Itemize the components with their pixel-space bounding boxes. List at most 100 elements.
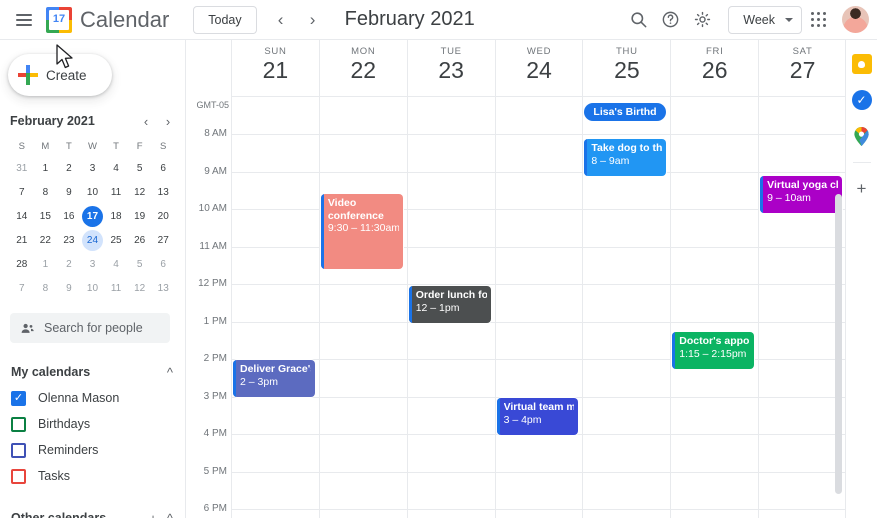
google-tasks-icon[interactable]: ✓ (851, 90, 872, 110)
day-column-divider (582, 96, 584, 518)
my-calendars-header[interactable]: My calendars ^ (0, 359, 185, 385)
mini-calendar-day[interactable]: 6 (151, 158, 175, 179)
mini-calendar-day[interactable]: 10 (81, 182, 105, 203)
day-header-fri[interactable]: FRI 26 (670, 40, 758, 96)
calendar-list-item[interactable]: Tasks (0, 463, 185, 489)
checkbox-unchecked-icon[interactable] (11, 468, 26, 484)
other-calendars-header[interactable]: Other calendars + ^ (0, 505, 185, 518)
mini-calendar-day[interactable]: 27 (151, 230, 175, 251)
mini-calendar-day[interactable]: 15 (34, 206, 58, 227)
mini-calendar-day[interactable]: 26 (128, 230, 152, 251)
mini-calendar-next-button[interactable]: › (161, 114, 175, 129)
mini-calendar-day[interactable]: 3 (81, 158, 105, 179)
avatar[interactable] (842, 6, 869, 33)
mini-calendar-day[interactable]: 18 (104, 206, 128, 227)
day-header-thu[interactable]: THU 25 (582, 40, 670, 96)
mini-calendar-day[interactable]: 5 (128, 254, 152, 275)
mini-calendar-prev-button[interactable]: ‹ (139, 114, 153, 129)
mini-calendar-day[interactable]: 1 (34, 254, 58, 275)
google-maps-icon[interactable] (852, 126, 872, 146)
mini-calendar-day[interactable]: 28 (10, 254, 34, 275)
calendar-event[interactable]: Lisa's Birthday (584, 103, 667, 121)
mini-calendar-day[interactable]: 19 (128, 206, 152, 227)
hour-label: 4 PM (203, 428, 227, 439)
mini-calendar-day[interactable]: 2 (57, 158, 81, 179)
mini-calendar-day[interactable]: 9 (57, 182, 81, 203)
view-select-dropdown[interactable]: Week (728, 5, 802, 34)
mini-calendar-day[interactable]: 13 (151, 182, 175, 203)
calendar-event[interactable]: Virtual yoga clas9 – 10am (760, 176, 842, 213)
calendar-event[interactable]: Take dog to the v8 – 9am (584, 139, 667, 176)
mini-calendar-day[interactable]: 13 (151, 278, 175, 299)
calendar-event[interactable]: Order lunch for o12 – 1pm (408, 286, 491, 323)
mini-calendar-day[interactable]: 11 (104, 182, 128, 203)
mini-calendar-day[interactable]: 9 (57, 278, 81, 299)
checkbox-unchecked-icon[interactable] (11, 442, 26, 458)
calendar-event[interactable]: Virtual team me 3 – 4pm (496, 398, 579, 435)
calendar-list-item[interactable]: Reminders (0, 437, 185, 463)
checkbox-checked-icon[interactable]: ✓ (11, 390, 26, 406)
chevron-up-icon[interactable]: ^ (167, 512, 173, 518)
next-period-button[interactable]: › (299, 6, 327, 34)
mini-calendar-day[interactable]: 20 (151, 206, 175, 227)
calendar-list-item[interactable]: ✓ Olenna Mason (0, 385, 185, 411)
day-header-sat[interactable]: SAT 27 (758, 40, 845, 96)
mini-calendar-day[interactable]: 12 (128, 278, 152, 299)
today-button[interactable]: Today (193, 5, 257, 34)
mini-calendar-day[interactable]: 24 (81, 230, 105, 251)
mini-calendar-day[interactable]: 6 (151, 254, 175, 275)
google-keep-icon[interactable] (851, 54, 872, 74)
event-time: 9:30 – 11:30am (327, 222, 399, 235)
day-header-gutter (186, 40, 231, 96)
mini-calendar-day[interactable]: 4 (104, 158, 128, 179)
mini-calendar-day[interactable]: 17 (81, 206, 105, 227)
checkbox-unchecked-icon[interactable] (11, 416, 26, 432)
calendar-event[interactable]: Video conference 9:30 – 11:30am (320, 194, 403, 269)
calendar-event[interactable]: Doctor's appoint1:15 – 2:15pm (672, 332, 755, 369)
search-for-people-input[interactable]: Search for people (10, 313, 170, 343)
help-icon[interactable] (654, 4, 686, 36)
rail-divider (852, 162, 871, 163)
hamburger-menu-icon[interactable] (8, 4, 40, 36)
mini-calendar-day[interactable]: 8 (34, 278, 58, 299)
mini-calendar-day[interactable]: 23 (57, 230, 81, 251)
create-button[interactable]: Create (8, 54, 112, 96)
event-time: 3 – 4pm (503, 413, 542, 426)
vertical-scrollbar[interactable] (835, 194, 842, 494)
mini-calendar-day[interactable]: 5 (128, 158, 152, 179)
mini-calendar-day[interactable]: 11 (104, 278, 128, 299)
mini-calendar-day[interactable]: 1 (34, 158, 58, 179)
search-icon[interactable] (622, 4, 654, 36)
mini-calendar-day[interactable]: 21 (10, 230, 34, 251)
mini-calendar-day[interactable]: 10 (81, 278, 105, 299)
mini-calendar-day[interactable]: 12 (128, 182, 152, 203)
mini-calendar-day[interactable]: 22 (34, 230, 58, 251)
chevron-up-icon[interactable]: ^ (167, 366, 173, 379)
day-header-mon[interactable]: MON 22 (318, 40, 407, 96)
mini-calendar-day[interactable]: 4 (104, 254, 128, 275)
mini-calendar-day[interactable]: 7 (10, 182, 34, 203)
mini-calendar-day[interactable]: 8 (34, 182, 58, 203)
plus-icon[interactable]: + (852, 179, 872, 199)
grid-scroll-area[interactable]: GMT-05 8 AM 9 AM 10 AM 11 AM 12 PM 1 PM 2 PM 3 … (186, 96, 845, 518)
hour-label: 3 PM (203, 390, 227, 402)
calendar-event[interactable]: Deliver Grace's g2 – 3pm (233, 360, 315, 397)
mini-calendar-day[interactable]: 7 (10, 278, 34, 299)
day-header-tue[interactable]: TUE 23 (406, 40, 495, 96)
apps-grid-icon[interactable] (802, 4, 834, 36)
day-header-dow: MON (351, 46, 376, 57)
mini-calendar-day[interactable]: 16 (57, 206, 81, 227)
plus-icon[interactable]: + (149, 512, 157, 518)
my-calendars-section: My calendars ^ ✓ Olenna Mason Birthdays Rem… (0, 359, 185, 489)
mini-calendar-day[interactable]: 14 (10, 206, 34, 227)
mini-calendar-day[interactable]: 2 (57, 254, 81, 275)
mini-calendar-day[interactable]: 3 (81, 254, 105, 275)
day-header-sun[interactable]: SUN 21 (231, 40, 319, 96)
calendar-list-item[interactable]: Birthdays (0, 411, 185, 437)
mini-calendar-day[interactable]: 31 (10, 158, 34, 179)
gear-icon[interactable] (686, 4, 718, 36)
event-time: 1:15 – 2:15pm (679, 347, 747, 360)
mini-calendar-day[interactable]: 25 (104, 230, 128, 251)
day-header-wed[interactable]: WED 24 (494, 40, 583, 96)
previous-period-button[interactable]: ‹ (267, 6, 295, 34)
